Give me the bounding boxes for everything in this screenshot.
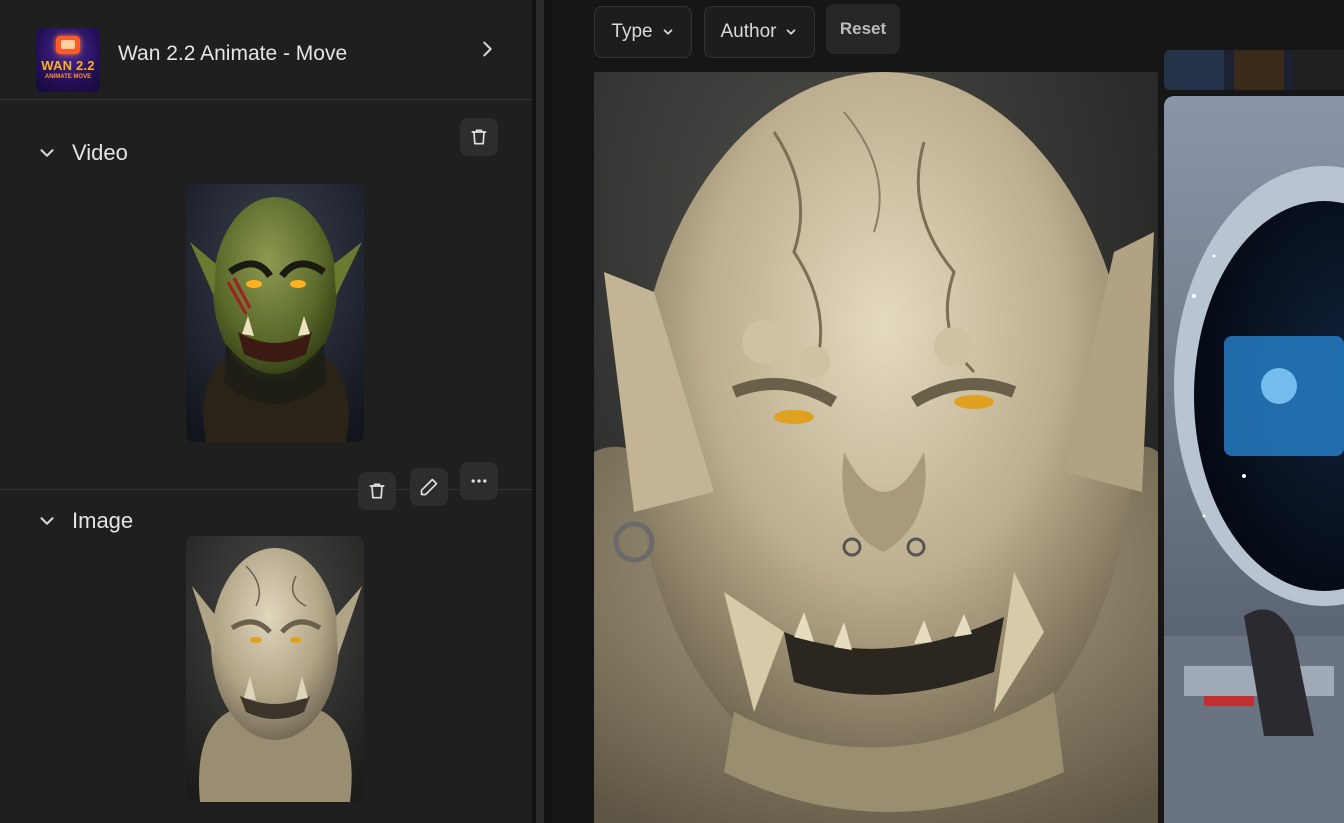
video-section-header[interactable]: Video (36, 140, 128, 166)
panel-resize-handle[interactable] (532, 0, 552, 823)
video-thumbnail[interactable] (186, 184, 364, 442)
pencil-icon (420, 478, 438, 496)
trash-icon (471, 129, 487, 145)
app-window: WAN 2.2 ANIMATE MOVE Wan 2.2 Animate - M… (0, 0, 1344, 823)
main-preview-image[interactable] (594, 72, 1158, 823)
type-filter-dropdown[interactable]: Type (594, 6, 692, 58)
more-dots-icon (471, 479, 487, 483)
strip-image (1164, 50, 1344, 90)
more-options-button[interactable] (460, 462, 498, 500)
author-filter-label: Author (720, 21, 777, 42)
chevron-down-icon (787, 29, 796, 35)
chevron-down-icon[interactable] (36, 510, 58, 532)
type-filter-label: Type (611, 21, 653, 42)
model-title: Wan 2.2 Animate - Move (118, 42, 348, 65)
chevron-right-icon[interactable] (476, 38, 498, 60)
model-thumbnail: WAN 2.2 ANIMATE MOVE (36, 28, 100, 92)
thumbnail-logo-title: WAN 2.2 (41, 58, 95, 73)
delete-image-button[interactable] (358, 472, 396, 510)
edit-image-button[interactable] (410, 468, 448, 506)
image-section-header[interactable]: Image (36, 508, 133, 534)
tv-logo-icon (56, 36, 80, 54)
reset-filters-button[interactable]: Reset (826, 4, 900, 54)
thumbnail-logo-subtitle: ANIMATE MOVE (44, 74, 92, 80)
chevron-down-icon (663, 29, 672, 35)
gallery-area: Type Author Reset (552, 0, 1344, 823)
stone-orc-large-image (594, 72, 1158, 823)
stone-orc-preview (186, 536, 364, 802)
gallery-thumbnail-strip[interactable] (1164, 50, 1344, 90)
chevron-down-icon[interactable] (36, 142, 58, 164)
author-filter-dropdown[interactable]: Author (704, 6, 815, 58)
model-header[interactable]: WAN 2.2 ANIMATE MOVE Wan 2.2 Animate - M… (0, 0, 532, 100)
image-thumbnail[interactable] (186, 536, 364, 802)
image-section-label: Image (72, 508, 134, 533)
delete-video-button[interactable] (460, 118, 498, 156)
gallery-card-spaceship[interactable] (1164, 96, 1344, 823)
video-section-label: Video (72, 140, 128, 165)
orc-video-preview (186, 184, 364, 442)
workflow-panel: WAN 2.2 ANIMATE MOVE Wan 2.2 Animate - M… (0, 0, 532, 823)
spaceship-interior-image (1164, 96, 1344, 823)
trash-icon (369, 483, 385, 499)
